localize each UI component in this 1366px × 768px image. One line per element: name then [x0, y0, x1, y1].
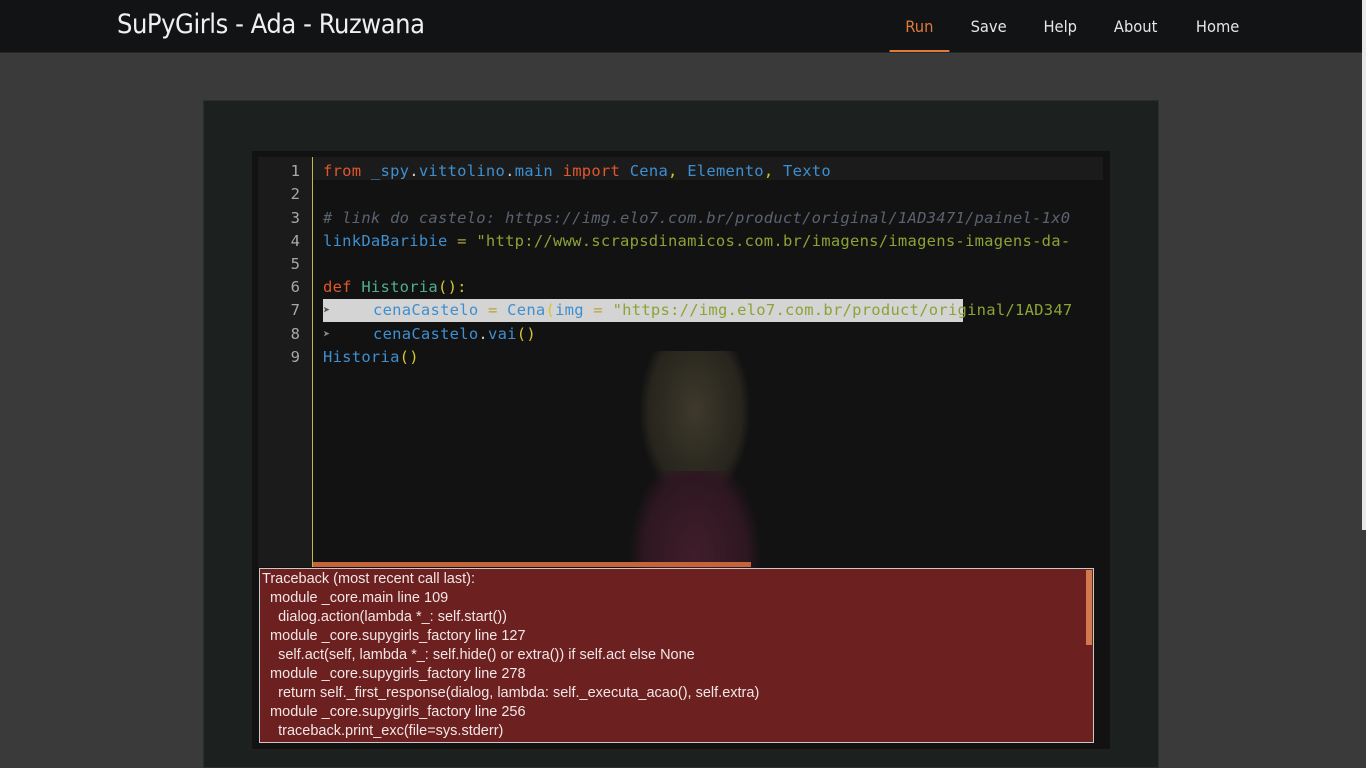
- identifier: _spy: [370, 162, 410, 180]
- traceback-line: module _core.supygirls_factory line 256: [262, 704, 526, 720]
- nav-run-link[interactable]: Run: [890, 0, 950, 52]
- comment: # link do castelo: https://img.elo7.com.…: [323, 209, 1071, 227]
- identifier: Cena: [507, 301, 546, 319]
- traceback-line: module _core.main line 109: [262, 590, 449, 606]
- line-number: 6: [290, 278, 300, 296]
- traceback-line: dialog.action(lambda *_: self.start()): [262, 609, 507, 625]
- console-scrollbar[interactable]: [1086, 570, 1092, 645]
- identifier: main: [514, 162, 554, 180]
- line-number: 5: [290, 255, 300, 273]
- code-line-5[interactable]: 5: [0, 253, 1103, 276]
- identifier: cenaCastelo: [373, 325, 479, 343]
- page-scrollbar[interactable]: [1362, 0, 1366, 530]
- function-name: Historia: [361, 278, 438, 296]
- code-line-8[interactable]: 8 ➤ cenaCastelo.vai(): [0, 323, 1103, 346]
- line-number: 2: [290, 185, 300, 203]
- app-title: SuPyGirls - Ada - Ruzwana: [117, 9, 425, 40]
- error-console[interactable]: Traceback (most recent call last): modul…: [259, 568, 1094, 743]
- nav-about-link[interactable]: About: [1099, 0, 1174, 52]
- code-line-9[interactable]: 9 Historia(): [0, 346, 1103, 369]
- traceback-line: Traceback (most recent call last):: [262, 571, 475, 587]
- keyword: def: [323, 278, 352, 296]
- top-navbar: SuPyGirls - Ada - Ruzwana Run Save Help …: [0, 0, 1366, 53]
- line-number: 4: [290, 232, 300, 250]
- code-line-6[interactable]: 6 def Historia():: [0, 276, 1103, 299]
- identifier: Texto: [783, 162, 831, 180]
- nav-home-link[interactable]: Home: [1180, 0, 1255, 52]
- line-number: 3: [290, 209, 300, 227]
- code-line-3[interactable]: 3 # link do castelo: https://img.elo7.co…: [0, 207, 1103, 230]
- code-line-1[interactable]: 1 from _spy.vittolino.main import Cena, …: [0, 160, 1103, 183]
- identifier: Cena: [629, 162, 669, 180]
- line-number: 7: [290, 301, 300, 319]
- code-line-2[interactable]: 2: [0, 183, 1103, 206]
- string-literal: "http://www.scrapsdinamicos.com.br/image…: [476, 232, 1071, 250]
- traceback-line: module _core.supygirls_factory line 278: [262, 666, 526, 682]
- traceback-line: module _core.supygirls_factory line 127: [262, 628, 526, 644]
- nav-help-link[interactable]: Help: [1028, 0, 1093, 52]
- identifier: vai: [488, 325, 517, 343]
- line-number: 8: [290, 325, 300, 343]
- identifier: img: [555, 301, 584, 319]
- identifier: cenaCastelo: [373, 301, 479, 319]
- line-number: 1: [290, 162, 300, 180]
- keyword: import: [562, 162, 621, 180]
- editor-horizontal-scrollbar[interactable]: [313, 562, 751, 567]
- code-line-7[interactable]: 7 ➤ cenaCastelo = Cena(img = "https://im…: [0, 299, 1103, 322]
- nav-menu: Run Save Help About Home: [887, 0, 1258, 52]
- keyword: from: [323, 162, 362, 180]
- identifier: Elemento: [687, 162, 764, 180]
- nav-save-link[interactable]: Save: [955, 0, 1022, 52]
- identifier: linkDaBaribie: [323, 232, 448, 250]
- string-literal: "https://img.elo7.com.br/product/origina…: [612, 301, 1073, 319]
- line-number: 9: [290, 348, 300, 366]
- traceback-line: return self._first_response(dialog, lamb…: [262, 685, 760, 701]
- identifier: vittolino: [418, 162, 506, 180]
- identifier: Historia: [323, 348, 400, 366]
- code-line-4[interactable]: 4 linkDaBaribie = "http://www.scrapsdina…: [0, 230, 1103, 253]
- traceback-line: traceback.print_exc(file=sys.stderr): [262, 723, 504, 739]
- traceback-line: self.act(self, lambda *_: self.hide() or…: [262, 647, 695, 663]
